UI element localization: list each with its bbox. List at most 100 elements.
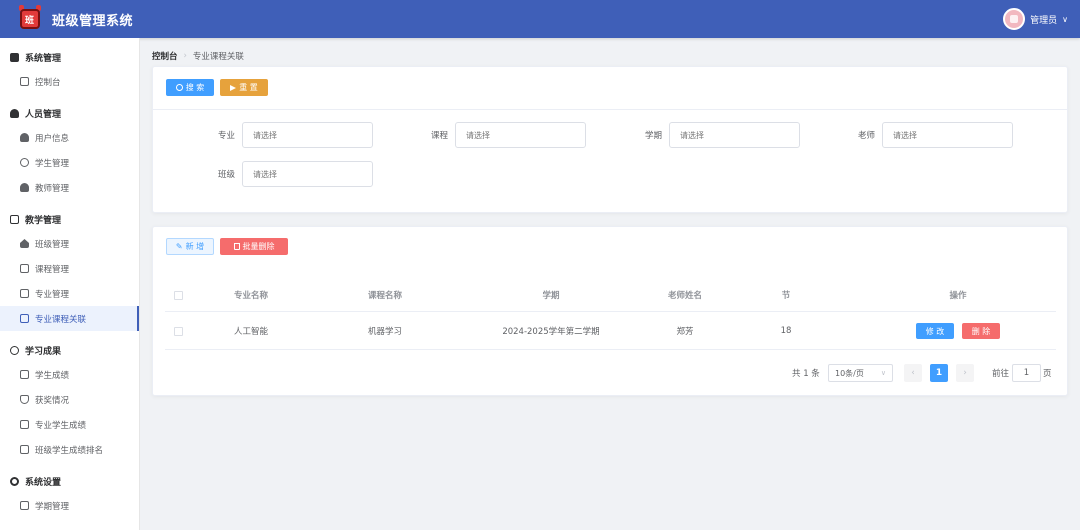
search-icon <box>175 84 183 91</box>
document-icon <box>20 370 29 379</box>
book-icon <box>10 214 19 224</box>
person-outline-icon <box>20 158 29 167</box>
term-select[interactable] <box>669 122 800 148</box>
chevron-right-icon: › <box>963 368 967 378</box>
document-icon <box>20 289 29 298</box>
term-label: 学期 <box>644 131 662 141</box>
sidebar-item-courses[interactable]: 课程管理 <box>0 256 139 281</box>
breadcrumb-root[interactable]: 控制台 <box>152 50 178 62</box>
sidebar-group-settings[interactable]: 系统设置 <box>0 469 139 493</box>
sidebar-item-majors[interactable]: 专业管理 <box>0 281 139 306</box>
dashboard-icon <box>20 77 29 86</box>
course-label: 课程 <box>430 131 448 141</box>
chevron-down-icon: ∨ <box>880 369 886 377</box>
col-section: 节 <box>781 291 791 301</box>
document-icon <box>20 420 29 429</box>
divider <box>165 311 1056 312</box>
sidebar-item-students[interactable]: 学生管理 <box>0 150 139 175</box>
user-icon <box>20 133 29 142</box>
top-header: 班 班级管理系统 管理员 ∨ <box>0 0 1080 38</box>
breadcrumb-separator: › <box>183 51 187 61</box>
trash-icon <box>233 243 240 250</box>
teacher-icon <box>20 183 29 192</box>
course-select[interactable] <box>455 122 586 148</box>
brand[interactable]: 班 班级管理系统 <box>16 5 133 33</box>
class-select[interactable] <box>242 161 373 187</box>
divider <box>153 109 1067 110</box>
reset-button[interactable]: 重 置 <box>220 79 268 96</box>
cell-actions: 修 改 删 除 <box>858 313 1058 349</box>
col-teacher: 老师姓名 <box>667 291 702 301</box>
sidebar-item-classes[interactable]: 班级管理 <box>0 231 139 256</box>
table-card: ✎ 新 增 批量删除 专业名称 课程名称 学期 老师姓名 节 操作 人工智能 机… <box>152 226 1068 396</box>
cell-teacher: 郑芳 <box>676 327 694 337</box>
sidebar-item-scores[interactable]: 学生成绩 <box>0 362 139 387</box>
logo-icon: 班 <box>16 5 44 33</box>
sidebar-group-achievements[interactable]: 学习成果 <box>0 338 139 362</box>
divider <box>165 349 1056 350</box>
user-icon <box>10 108 19 118</box>
major-label: 专业 <box>217 131 235 141</box>
notebook-icon <box>20 264 29 273</box>
edit-icon: ✎ <box>175 242 183 251</box>
link-icon <box>20 314 29 323</box>
add-button[interactable]: ✎ 新 增 <box>166 238 214 255</box>
col-term: 学期 <box>542 291 560 301</box>
page-number-current[interactable]: 1 <box>930 364 948 382</box>
home-icon <box>20 239 29 248</box>
cell-course: 机器学习 <box>367 327 402 337</box>
row-checkbox[interactable] <box>172 313 184 349</box>
sidebar-item-user-info[interactable]: 用户信息 <box>0 125 139 150</box>
major-select[interactable] <box>242 122 373 148</box>
cell-major: 人工智能 <box>233 327 268 337</box>
col-actions: 操作 <box>949 291 967 301</box>
main-content: 控制台 › 专业课程关联 搜 索 重 置 专业 课程 学期 老师 班级 ✎ 新 … <box>140 38 1080 530</box>
pagination-total: 共 1 条 <box>792 369 820 379</box>
app-title: 班级管理系统 <box>52 13 134 29</box>
user-menu[interactable]: 管理员 ∨ <box>1003 8 1068 30</box>
teacher-select[interactable] <box>882 122 1013 148</box>
sidebar-item-major-course-link[interactable]: 专业课程关联 <box>0 306 139 331</box>
sidebar-group-system[interactable]: 系统管理 <box>0 45 139 69</box>
breadcrumb-current: 专业课程关联 <box>192 52 244 62</box>
cell-section: 18 <box>780 326 792 336</box>
prev-page-button[interactable]: ‹ <box>904 364 922 382</box>
batch-delete-button[interactable]: 批量删除 <box>220 238 288 255</box>
class-label: 班级 <box>217 170 235 180</box>
goto-label: 前往 <box>992 369 1010 379</box>
teacher-label: 老师 <box>857 131 875 141</box>
next-page-button[interactable]: › <box>956 364 974 382</box>
document-icon <box>20 445 29 454</box>
select-all-checkbox[interactable] <box>172 279 184 311</box>
sidebar-item-awards[interactable]: 获奖情况 <box>0 387 139 412</box>
goto-page-input[interactable]: 1 <box>1012 364 1041 382</box>
col-major: 专业名称 <box>233 291 268 301</box>
edit-button[interactable]: 修 改 <box>916 323 954 339</box>
col-course: 课程名称 <box>367 291 402 301</box>
breadcrumb: 控制台 › 专业课程关联 <box>152 50 244 62</box>
sidebar-group-teaching[interactable]: 教学管理 <box>0 207 139 231</box>
cell-term: 2024-2025学年第二学期 <box>502 327 600 337</box>
monitor-icon <box>10 52 19 62</box>
calendar-icon <box>20 501 29 510</box>
sidebar: 系统管理 控制台 人员管理 用户信息 学生管理 教师管理 教学管理 班级管理 课… <box>0 38 140 530</box>
logo-char: 班 <box>25 16 35 26</box>
sidebar-item-terms[interactable]: 学期管理 <box>0 493 139 518</box>
gear-icon <box>10 476 19 486</box>
avatar <box>1003 8 1026 30</box>
sidebar-group-people[interactable]: 人员管理 <box>0 101 139 125</box>
page-size-select[interactable]: 10条/页 ∨ <box>828 364 893 382</box>
user-name: 管理员 <box>1030 15 1058 26</box>
chevron-down-icon: ∨ <box>1062 14 1068 24</box>
delete-button[interactable]: 删 除 <box>962 323 1000 339</box>
sidebar-item-teachers[interactable]: 教师管理 <box>0 175 139 200</box>
search-button[interactable]: 搜 索 <box>166 79 214 96</box>
trophy-icon <box>10 345 19 355</box>
sidebar-item-major-scores[interactable]: 专业学生成绩 <box>0 412 139 437</box>
sidebar-item-dashboard[interactable]: 控制台 <box>0 69 139 94</box>
sidebar-item-class-ranking[interactable]: 班级学生成绩排名 <box>0 437 139 462</box>
chevron-left-icon: ‹ <box>911 368 915 378</box>
send-icon <box>230 84 237 91</box>
medal-icon <box>20 395 29 404</box>
page-unit-label: 页 <box>1043 369 1052 379</box>
